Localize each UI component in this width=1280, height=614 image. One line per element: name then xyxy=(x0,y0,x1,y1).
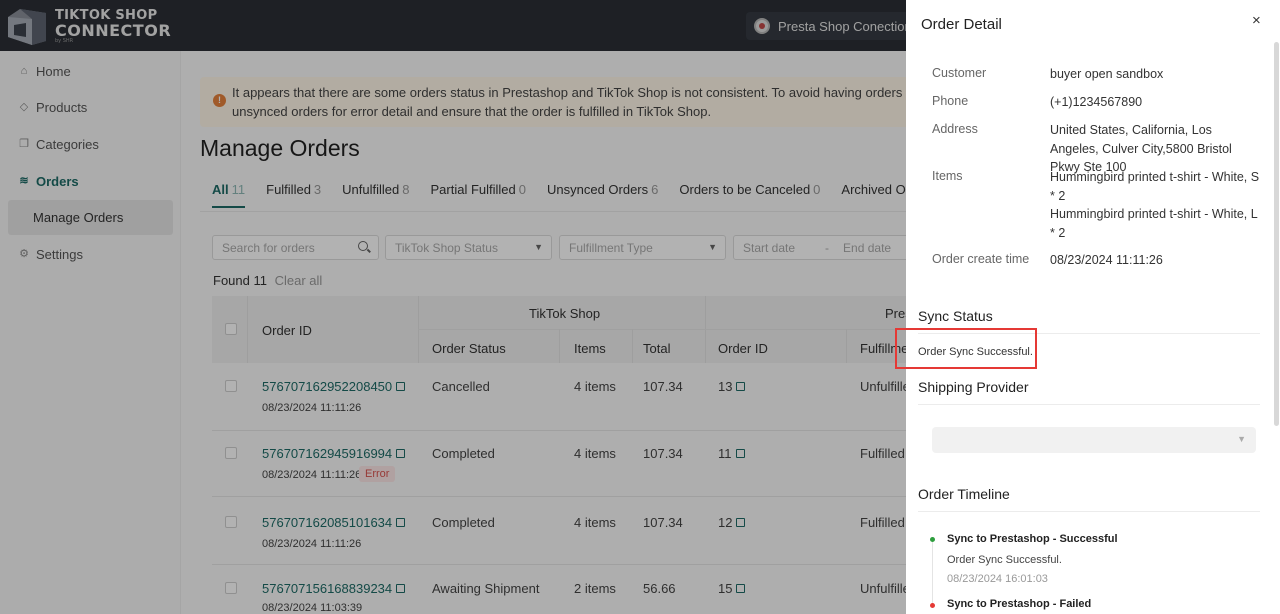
shipping-provider-select[interactable]: ▼ xyxy=(932,427,1256,453)
sync-status-title: Sync Status xyxy=(918,308,993,324)
drawer-overlay[interactable] xyxy=(0,0,906,614)
timeline-message: Order Sync Successful. xyxy=(947,554,1062,566)
customer-label: Customer xyxy=(932,66,987,80)
items-label: Items xyxy=(932,169,963,183)
create-time-value: 08/23/2024 11:11:26 xyxy=(1050,253,1163,267)
failed-dot-icon xyxy=(930,603,935,608)
item-2: Hummingbird printed t-shirt - White, L *… xyxy=(1050,207,1258,240)
highlight-box xyxy=(895,328,1037,369)
drawer-scrollbar[interactable] xyxy=(1274,42,1279,426)
item-1: Hummingbird printed t-shirt - White, S *… xyxy=(1050,170,1260,203)
success-dot-icon xyxy=(930,537,935,542)
phone-value: (+1)1234567890 xyxy=(1050,95,1143,109)
timeline-title: Sync to Prestashop - Failed xyxy=(947,598,1092,610)
chevron-down-icon: ▼ xyxy=(1237,434,1246,444)
customer-value: buyer open sandbox xyxy=(1050,67,1164,81)
order-detail-drawer: Order Detail × Customer buyer open sandb… xyxy=(906,0,1280,614)
address-label: Address xyxy=(932,122,978,136)
phone-label: Phone xyxy=(932,94,969,108)
drawer-title: Order Detail xyxy=(921,16,1002,33)
shipping-provider-title: Shipping Provider xyxy=(918,379,1029,395)
create-time-label: Order create time xyxy=(932,252,1030,266)
timeline-time: 08/23/2024 16:01:03 xyxy=(947,573,1048,585)
timeline-title: Sync to Prestashop - Successful xyxy=(947,533,1118,545)
close-icon[interactable]: × xyxy=(1252,12,1261,29)
order-timeline-title: Order Timeline xyxy=(918,486,1010,502)
